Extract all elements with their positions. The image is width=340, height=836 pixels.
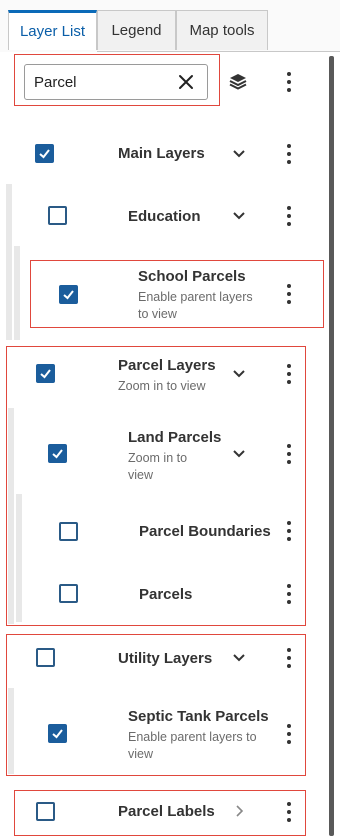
checkbox-parcel-layers[interactable] [36, 364, 55, 383]
layer-note: to view [138, 307, 177, 321]
more-menu-icon[interactable] [286, 724, 292, 744]
more-menu-icon[interactable] [286, 584, 292, 604]
layer-note: Enable parent layers [138, 290, 253, 304]
more-menu-icon[interactable] [286, 802, 292, 822]
more-menu-icon[interactable] [286, 144, 292, 164]
layers-icon[interactable] [228, 72, 248, 92]
tab-legend[interactable]: Legend [97, 10, 176, 50]
panel-more-menu-icon[interactable] [286, 72, 292, 92]
indent-guide [14, 246, 20, 340]
checkbox-education[interactable] [48, 206, 67, 225]
indent-guide [8, 408, 14, 624]
layer-note: view [128, 747, 154, 761]
more-menu-icon[interactable] [286, 444, 292, 464]
indent-guide [8, 688, 14, 774]
layer-label-main-layers[interactable]: Main Layers [118, 145, 205, 162]
more-menu-icon[interactable] [286, 521, 292, 541]
layer-note: Zoom in to view [118, 379, 206, 393]
more-menu-icon[interactable] [286, 648, 292, 668]
chevron-down-icon[interactable] [231, 366, 247, 382]
layer-note: Zoom in to [128, 451, 188, 465]
layer-label-education[interactable]: Education [128, 208, 201, 225]
more-menu-icon[interactable] [286, 206, 292, 226]
search-field[interactable] [24, 64, 208, 100]
scrollbar[interactable] [329, 56, 334, 836]
layer-label-school-parcels[interactable]: School Parcels [138, 268, 246, 285]
checkbox-main-layers[interactable] [35, 144, 54, 163]
checkbox-septic-tank-parcels[interactable] [48, 724, 67, 743]
layer-label-parcel-layers[interactable]: Parcel Layers [118, 357, 216, 374]
layer-label-land-parcels[interactable]: Land Parcels [128, 429, 221, 446]
chevron-down-icon[interactable] [231, 446, 247, 462]
checkbox-land-parcels[interactable] [48, 444, 67, 463]
tab-bar: Layer List Legend Map tools [0, 0, 340, 52]
indent-guide [6, 184, 12, 340]
layer-note: view [128, 468, 154, 482]
indent-guide [16, 494, 22, 622]
chevron-down-icon[interactable] [231, 650, 247, 666]
chevron-down-icon[interactable] [231, 146, 247, 162]
more-menu-icon[interactable] [286, 284, 292, 304]
chevron-right-icon[interactable] [231, 803, 247, 819]
layer-label-parcels[interactable]: Parcels [139, 586, 192, 603]
checkbox-parcels[interactable] [59, 584, 78, 603]
checkbox-parcel-boundaries[interactable] [59, 522, 78, 541]
checkbox-parcel-labels[interactable] [36, 802, 55, 821]
tab-map-tools[interactable]: Map tools [176, 10, 268, 50]
layer-label-septic-tank-parcels[interactable]: Septic Tank Parcels [128, 708, 269, 725]
layer-note: Enable parent layers to [128, 730, 257, 744]
chevron-down-icon[interactable] [231, 208, 247, 224]
checkbox-utility-layers[interactable] [36, 648, 55, 667]
clear-icon[interactable] [175, 71, 197, 93]
checkbox-school-parcels[interactable] [59, 285, 78, 304]
more-menu-icon[interactable] [286, 364, 292, 384]
layer-label-parcel-boundaries[interactable]: Parcel Boundaries [139, 523, 271, 540]
search-input[interactable] [34, 73, 174, 91]
tab-divider [97, 51, 340, 52]
tab-layer-list[interactable]: Layer List [8, 10, 97, 50]
layer-label-parcel-labels[interactable]: Parcel Labels [118, 803, 215, 820]
layer-label-utility-layers[interactable]: Utility Layers [118, 650, 212, 667]
